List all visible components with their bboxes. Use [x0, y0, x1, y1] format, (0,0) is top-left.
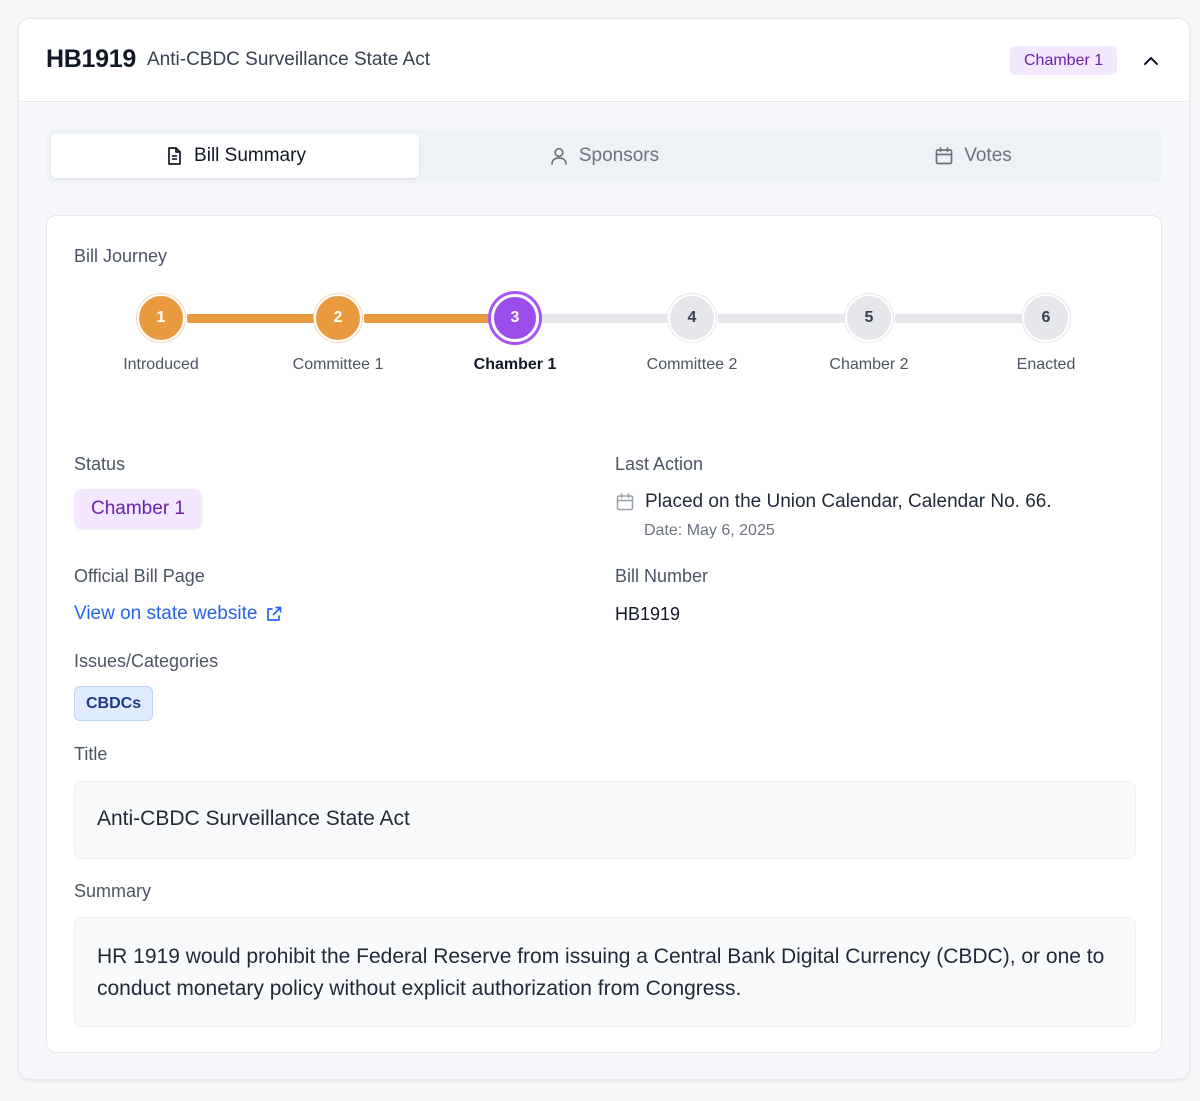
collapse-button[interactable] — [1137, 47, 1165, 75]
title-label: Title — [74, 744, 108, 764]
journey-step-2: 2 — [314, 294, 362, 342]
journey-step-6-label: Enacted — [1016, 356, 1076, 373]
summary-box: HR 1919 would prohibit the Federal Reser… — [74, 917, 1136, 1027]
last-action-date: Date: May 6, 2025 — [644, 522, 775, 539]
tab-sponsors[interactable]: Sponsors — [420, 134, 788, 178]
state-website-link[interactable]: View on state website — [74, 603, 283, 625]
stage-badge: Chamber 1 — [1010, 46, 1118, 75]
status-badge: Chamber 1 — [74, 489, 202, 529]
last-action: Placed on the Union Calendar, Calendar N… — [615, 491, 1052, 513]
tab-bill-summary[interactable]: Bill Summary — [51, 134, 419, 178]
category-badge: CBDCs — [74, 686, 154, 721]
user-icon — [551, 147, 567, 165]
journey-step-6: 6 — [1022, 294, 1070, 342]
bill-journey-label: Bill Journey — [74, 246, 168, 266]
bill-journey: Bill Journey 1 2 3 4 5 6 Introduced Comm… — [47, 216, 1161, 396]
bill-code: HB1919 — [46, 45, 136, 73]
journey-step-1: 1 — [137, 294, 185, 342]
bill-name: Anti-CBDC Surveillance State Act — [147, 49, 431, 70]
title-box: Anti-CBDC Surveillance State Act — [74, 781, 1136, 859]
bill-card-header[interactable]: HB1919 Anti-CBDC Surveillance State Act … — [19, 19, 1189, 102]
bill-number-label: Bill Number — [615, 566, 709, 586]
journey-step-5: 5 — [845, 294, 893, 342]
tab-bill-summary-label: Bill Summary — [194, 145, 306, 166]
issues-categories-label: Issues/Categories — [74, 651, 219, 671]
last-action-text: Placed on the Union Calendar, Calendar N… — [645, 491, 1052, 512]
status-label: Status — [74, 454, 126, 474]
bill-card-body: Bill Summary Sponsors Votes Bill Journey… — [19, 103, 1189, 1079]
journey-step-3-label: Chamber 1 — [473, 356, 557, 373]
tab-bar: Bill Summary Sponsors Votes — [46, 129, 1162, 183]
bill-card: HB1919 Anti-CBDC Surveillance State Act … — [18, 18, 1190, 1080]
last-action-label: Last Action — [615, 454, 704, 474]
journey-step-1-label: Introduced — [123, 356, 199, 373]
bill-summary-panel: Bill Journey 1 2 3 4 5 6 Introduced Comm… — [46, 215, 1162, 1053]
external-link-icon — [267, 606, 282, 621]
tab-votes-label: Votes — [964, 145, 1012, 166]
calendar-icon — [935, 147, 953, 165]
official-bill-page-label: Official Bill Page — [74, 566, 205, 586]
journey-step-5-label: Chamber 2 — [829, 356, 909, 373]
journey-step-2-label: Committee 1 — [292, 356, 384, 373]
document-icon — [168, 147, 181, 165]
journey-step-4-label: Committee 2 — [646, 356, 738, 373]
tab-votes[interactable]: Votes — [789, 134, 1157, 178]
journey-step-4: 4 — [668, 294, 716, 342]
state-website-link-text: View on state website — [74, 603, 258, 624]
calendar-icon — [616, 493, 634, 511]
bill-number-value: HB1919 — [615, 604, 681, 624]
tab-sponsors-label: Sponsors — [578, 145, 660, 166]
summary-label: Summary — [74, 881, 152, 901]
chevron-up-icon — [1144, 57, 1158, 65]
journey-step-3: 3 — [491, 294, 539, 342]
